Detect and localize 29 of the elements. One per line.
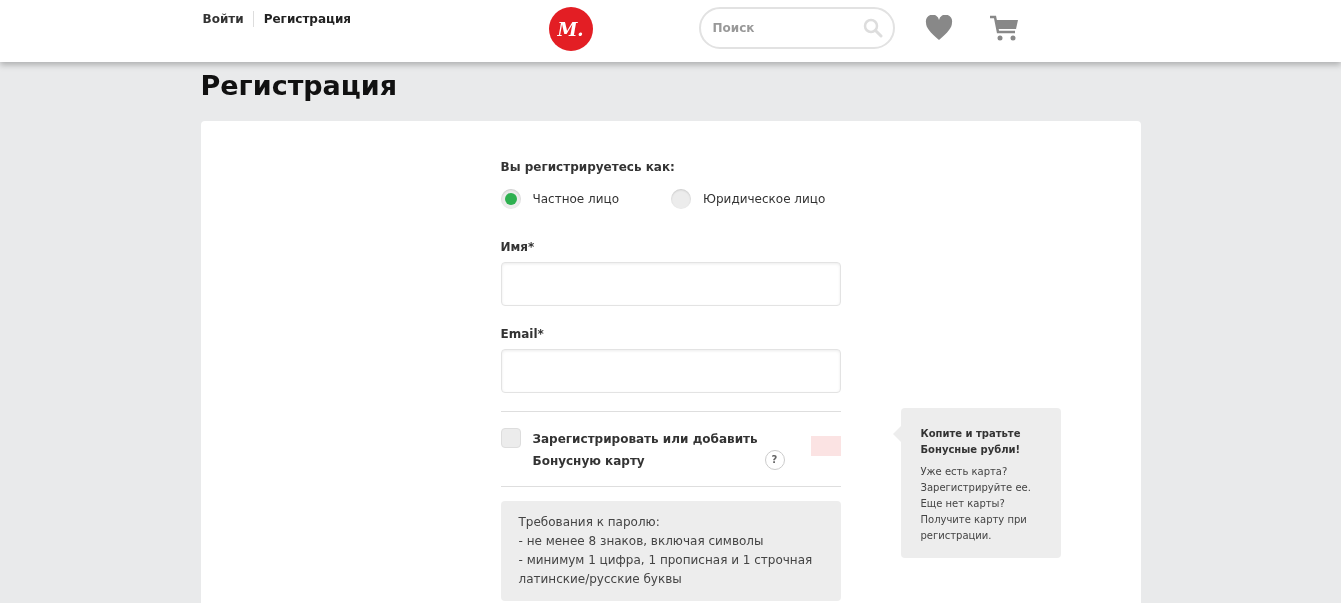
account-type-label: Вы регистрируетесь как: bbox=[500, 159, 676, 175]
nav-link[interactable]: Войти bbox=[202, 11, 253, 27]
cart-icon bbox=[988, 15, 1019, 43]
input-field[interactable] bbox=[500, 262, 841, 306]
cart-button[interactable] bbox=[988, 15, 1019, 43]
requirement-text: - не менее 8 знаков, включая символы bbox=[518, 533, 765, 550]
checkbox-label: Зарегистрировать или добавить Бонусную карту bbox=[532, 431, 759, 470]
logo[interactable]: М. bbox=[548, 7, 593, 51]
radio-label: Юридическое лицо bbox=[703, 192, 826, 206]
radio-option[interactable]: Юридическое лицо bbox=[671, 189, 826, 209]
radio-button[interactable] bbox=[500, 189, 521, 209]
tooltip-title: Копите и тратьте Бонусные рубли! bbox=[920, 427, 1022, 457]
radio-option[interactable]: Частное лицо bbox=[500, 189, 620, 209]
nav-link[interactable]: Регистрация bbox=[252, 11, 361, 27]
requirement-text: Требования к паролю: bbox=[518, 514, 661, 531]
page-title: Регистрация bbox=[200, 69, 399, 103]
card-image bbox=[810, 436, 841, 456]
checkbox[interactable] bbox=[500, 428, 521, 448]
search-icon[interactable] bbox=[862, 18, 883, 38]
tooltip-text: Уже есть карта? Зарегистрируйте ее. Еще нет карты? Получите карту при регистрации. bbox=[920, 465, 1032, 543]
search-field[interactable]: Поиск bbox=[698, 7, 895, 49]
requirement-text: - минимум 1 цифра, 1 прописная и 1 строчная латинские/русские буквы bbox=[518, 552, 814, 588]
radio-label: Частное лицо bbox=[532, 192, 620, 206]
radio-button[interactable] bbox=[671, 189, 692, 209]
heart-icon bbox=[924, 15, 953, 41]
input-field[interactable] bbox=[500, 349, 841, 393]
field-label: Email* bbox=[500, 326, 545, 342]
favorites-button[interactable] bbox=[924, 15, 953, 41]
field-label: Имя* bbox=[500, 239, 536, 255]
